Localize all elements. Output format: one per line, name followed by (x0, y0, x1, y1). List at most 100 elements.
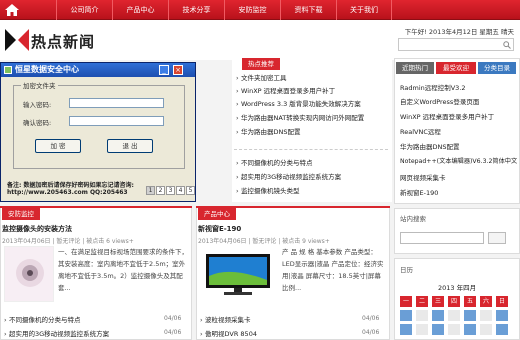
confirm-field (69, 116, 164, 126)
section-list-item[interactable]: › 波粒视频采集卡 (200, 314, 251, 324)
calendar-weekday: 四 (448, 296, 460, 307)
calendar-day-cell[interactable] (416, 310, 428, 321)
right-list-item[interactable]: Notepad++(文本编辑器)V6.3.2简体中文 (400, 156, 517, 165)
header: 热点新闻 下午好! 2013年4月12日 星期五 晴天 (0, 20, 520, 60)
tab-most-popular[interactable]: 最受欢迎 (436, 62, 476, 74)
nav-item-company[interactable]: 公司简介 (56, 0, 112, 20)
calendar-day-cell[interactable] (448, 310, 460, 321)
hot-item[interactable]: › WinXP 远程桌面登录多用户补丁 (236, 85, 335, 95)
calendar-day-cell[interactable] (400, 310, 412, 321)
calendar-day-cell[interactable] (480, 310, 492, 321)
main-nav: 公司简介 产品中心 技术分享 安防监控 资料下载 关于我们 (0, 0, 520, 20)
post-title[interactable]: 新视窗E-190 (198, 224, 241, 234)
tab-recent-hot[interactable]: 近期热门 (396, 62, 434, 74)
tab-categories[interactable]: 分类目录 (478, 62, 516, 74)
home-icon[interactable] (4, 3, 20, 17)
right-list-item[interactable]: 网页视频采集卡 (400, 172, 446, 182)
list-date: 04/06 (164, 329, 182, 336)
calendar-day-cell[interactable] (432, 324, 444, 335)
nav-item-tech[interactable]: 技术分享 (168, 0, 224, 20)
right-list-item[interactable]: Radmin远程控制V3.2 (400, 82, 466, 92)
window-titlebar: 恒星数据安全中心 _ × (1, 63, 195, 77)
calendar-day-cell[interactable] (464, 324, 476, 335)
right-list-item[interactable]: 华为路由器DNS配置 (400, 141, 460, 151)
nav-item-products[interactable]: 产品中心 (112, 0, 168, 20)
calendar-weekday: 一 (400, 296, 412, 307)
section-list-item[interactable]: › 傲明视DVR 8504 (200, 328, 257, 338)
right-list-item[interactable]: RealVNC远程 (400, 126, 441, 136)
calendar-day-cell[interactable] (496, 324, 508, 335)
section-tag[interactable]: 产品中心 (198, 208, 236, 220)
hot-item[interactable]: › WordPress 3.3 版背景功能失效解决方案 (236, 98, 361, 108)
group-label: 加密文件夹 (21, 80, 58, 90)
calendar-day-cell[interactable] (400, 324, 412, 335)
logo-text[interactable]: 热点新闻 (31, 31, 95, 52)
right-list-item[interactable]: WinXP 远程桌面登录多用户补丁 (400, 111, 494, 121)
calendar-month: 2013 年四月 (438, 284, 477, 292)
post-thumbnail[interactable] (200, 250, 276, 298)
post-excerpt: 一、在满足监视目标视场范围要求的条件下，其安装高度：室内离地不宜低于2.5m；室… (58, 248, 188, 292)
monitor-image (206, 254, 270, 295)
hot-item[interactable]: › 华为路由器DNS配置 (236, 126, 301, 136)
encrypt-button: 加 密 (35, 139, 81, 153)
hot-tag: 热点推荐 (242, 58, 280, 70)
logo-icon[interactable] (5, 29, 29, 51)
slider-page-5[interactable]: 5 (186, 186, 195, 195)
calendar-weekday: 三 (432, 296, 444, 307)
slider-page-2[interactable]: 2 (156, 186, 165, 195)
list-date: 04/06 (164, 315, 182, 322)
hot-item[interactable]: › 不同摄像机的分类与特点 (236, 157, 313, 167)
hot-item[interactable]: › 文件夹加密工具 (236, 72, 287, 82)
app-icon (4, 66, 12, 74)
hot-item[interactable]: › 超实用的3G移动视频监控系统方案 (236, 171, 341, 181)
confirm-label: 确认密码: (23, 119, 52, 127)
calendar-weekday: 五 (464, 296, 476, 307)
slider-page-3[interactable]: 3 (166, 186, 175, 195)
date-text: 下午好! 2013年4月12日 星期五 晴天 (404, 28, 514, 36)
slider-page-1[interactable]: 1 (146, 186, 155, 195)
calendar-day-cell[interactable] (464, 310, 476, 321)
calendar-title: 日历 (400, 266, 413, 274)
hot-item[interactable]: › 监控摄像机镜头类型 (236, 185, 300, 195)
search-icon[interactable] (503, 41, 511, 49)
search-input[interactable] (398, 38, 514, 51)
list-date: 04/06 (362, 315, 380, 322)
calendar-day-cell[interactable] (416, 324, 428, 335)
calendar-weekday: 六 (480, 296, 492, 307)
post-title[interactable]: 监控摄像头的安装方法 (2, 224, 72, 234)
window-title: 恒星数据安全中心 (15, 65, 79, 74)
password-field (69, 98, 164, 108)
nav-item-about[interactable]: 关于我们 (336, 0, 392, 20)
calendar-day-cell[interactable] (496, 310, 508, 321)
slider-page-4[interactable]: 4 (176, 186, 185, 195)
section-list-item[interactable]: › 超实用的3G移动视频监控系统方案 (4, 328, 109, 338)
password-label: 输入密码: (23, 101, 52, 109)
post-meta: 2013年04月06日 | 暂无评论 | 被点击 9 views+ (198, 238, 330, 245)
memo-text: 备注: 数据加密后请保存好密码如果忘记请咨询: (7, 182, 134, 189)
calendar-weekday: 二 (416, 296, 428, 307)
exit-button: 退 出 (107, 139, 153, 153)
site-search-title: 站内搜索 (400, 215, 426, 223)
right-list-item[interactable]: 自定义WordPress登录页面 (400, 96, 479, 106)
post-thumbnail[interactable] (4, 246, 54, 302)
post-meta: 2013年04月06日 | 暂无评论 | 被点击 6 views+ (2, 238, 134, 245)
calendar-day-cell[interactable] (448, 324, 460, 335)
post-excerpt: 产 品 规 格 基本参数 产品类型：LED显示器|液晶 产品定位：经济实用|液晶… (282, 248, 384, 292)
camera-image (16, 259, 44, 287)
calendar-day-cell[interactable] (480, 324, 492, 335)
calendar-day-cell[interactable] (432, 310, 444, 321)
site-search-input[interactable] (400, 232, 484, 244)
calendar-weekday: 日 (496, 296, 508, 307)
right-list-item[interactable]: 新视窗E-190 (400, 187, 438, 197)
memo-url: http://www.205463.com QQ:205463 (7, 189, 128, 196)
nav-item-security[interactable]: 安防监控 (224, 0, 280, 20)
close-icon: × (173, 65, 183, 75)
section-tag[interactable]: 安防监控 (2, 208, 40, 220)
hot-item[interactable]: › 华为路由器NAT转换实现内网访问外网配置 (236, 112, 364, 122)
slider-image[interactable]: 恒星数据安全中心 _ × 加密文件夹 输入密码: 确认密码: 加 密 退 出 备… (0, 62, 196, 202)
nav-item-downloads[interactable]: 资料下载 (280, 0, 336, 20)
minimize-icon: _ (159, 65, 169, 75)
divider (234, 149, 388, 150)
site-search-button[interactable] (488, 232, 506, 244)
section-list-item[interactable]: › 不同摄像机的分类与特点 (4, 314, 81, 324)
